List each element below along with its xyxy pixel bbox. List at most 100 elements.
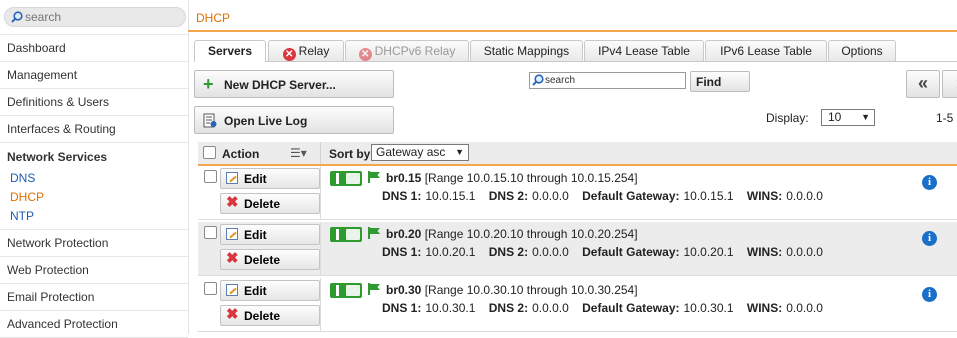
sidebar-item-email-protection[interactable]: Email Protection xyxy=(0,284,188,311)
new-dhcp-server-button[interactable]: + New DHCP Server... xyxy=(194,70,394,98)
info-icon[interactable]: i xyxy=(922,231,937,246)
sort-by-select[interactable]: Gateway asc ▼ xyxy=(371,144,469,161)
delete-button[interactable]: ✖ Delete xyxy=(220,193,320,214)
display-label: Display: xyxy=(766,111,809,125)
select-all-checkbox[interactable] xyxy=(203,146,216,159)
sidebar-item-network-protection[interactable]: Network Protection xyxy=(0,230,188,257)
column-menu-icon[interactable]: ☰▾ xyxy=(290,146,307,160)
find-button[interactable]: Find xyxy=(690,71,750,92)
edit-button[interactable]: Edit xyxy=(220,224,320,245)
row-separator xyxy=(320,222,321,275)
sidebar-item-definitions-users[interactable]: Definitions & Users xyxy=(0,89,188,116)
delete-label: Delete xyxy=(244,253,281,267)
enable-toggle[interactable] xyxy=(330,227,362,242)
dns1-value: 10.0.20.1 xyxy=(425,245,476,259)
open-live-log-button[interactable]: Open Live Log xyxy=(194,106,394,134)
interface-icon xyxy=(368,283,380,295)
row-checkbox[interactable] xyxy=(204,282,217,295)
tab-options[interactable]: Options xyxy=(828,40,896,61)
dns2-value: 0.0.0.0 xyxy=(532,301,569,315)
row-separator xyxy=(320,278,321,331)
new-dhcp-server-label: New DHCP Server... xyxy=(224,78,336,92)
wins-label: WINS: xyxy=(746,301,783,315)
enable-toggle[interactable] xyxy=(330,171,362,186)
sidebar-item-dashboard[interactable]: Dashboard xyxy=(0,34,188,62)
sidebar-item-web-protection[interactable]: Web Protection xyxy=(0,257,188,284)
sidebar-item-network-services[interactable]: Network Services xyxy=(0,143,188,169)
table-row: Edit ✖ Delete br0.15 [Range 10.0.15.10 th… xyxy=(198,166,957,220)
sidebar-search[interactable] xyxy=(4,7,186,27)
toggle-slider xyxy=(346,285,360,296)
search-icon xyxy=(532,74,544,86)
sidebar-nav: Dashboard Management Definitions & Users… xyxy=(0,34,188,338)
info-icon[interactable]: i xyxy=(922,287,937,302)
tab-ipv6-lease-table[interactable]: IPv6 Lease Table xyxy=(705,40,827,61)
gateway-label: Default Gateway: xyxy=(582,301,680,315)
header-divider xyxy=(188,30,957,32)
sidebar-subitem-dhcp[interactable]: DHCP xyxy=(0,188,188,207)
dns1-label: DNS 1: xyxy=(382,301,422,315)
sidebar-subitem-dns[interactable]: DNS xyxy=(0,169,188,188)
delete-icon: ✖ xyxy=(226,250,239,267)
wins-label: WINS: xyxy=(746,245,783,259)
plus-icon: + xyxy=(203,74,214,94)
dns2-label: DNS 2: xyxy=(488,301,529,315)
display-count-select[interactable]: 10 ▼ xyxy=(821,109,875,126)
edit-button[interactable]: Edit xyxy=(220,168,320,189)
tab-label: Relay xyxy=(298,44,330,58)
dns2-value: 0.0.0.0 xyxy=(532,245,569,259)
dns2-value: 0.0.0.0 xyxy=(532,189,569,203)
gateway-value: 10.0.30.1 xyxy=(683,301,734,315)
tab-servers[interactable]: Servers xyxy=(194,40,266,62)
wins-label: WINS: xyxy=(746,189,783,203)
delete-icon: ✖ xyxy=(226,194,239,211)
sort-by-label: Sort by: xyxy=(329,147,375,161)
wins-value: 0.0.0.0 xyxy=(786,189,823,203)
delete-label: Delete xyxy=(244,309,281,323)
sidebar-item-management[interactable]: Management xyxy=(0,62,188,89)
table-header: Action ☰▾ Sort by: Gateway asc ▼ xyxy=(198,142,957,166)
toggle-slider xyxy=(346,173,360,184)
sidebar-item-interfaces-routing[interactable]: Interfaces & Routing xyxy=(0,116,188,143)
tab-static-mappings[interactable]: Static Mappings xyxy=(470,40,583,61)
server-range: [Range 10.0.30.10 through 10.0.30.254] xyxy=(424,283,638,297)
table-row: Edit ✖ Delete br0.20 [Range 10.0.20.10 th… xyxy=(198,222,957,276)
toggle-knob xyxy=(336,173,339,184)
edit-icon xyxy=(226,284,238,296)
filter-search-box[interactable] xyxy=(529,72,686,89)
error-icon: ✕ xyxy=(282,48,296,61)
row-checkbox[interactable] xyxy=(204,170,217,183)
table-row: Edit ✖ Delete br0.30 [Range 10.0.30.10 th… xyxy=(198,278,957,332)
display-count-value: 10 xyxy=(828,110,842,124)
sidebar-search-input[interactable] xyxy=(25,9,175,25)
gateway-label: Default Gateway: xyxy=(582,189,680,203)
delete-button[interactable]: ✖ Delete xyxy=(220,305,320,326)
server-name: br0.30 xyxy=(386,283,422,297)
server-details: DNS 1: 10.0.30.1 DNS 2: 0.0.0.0 Default Ga… xyxy=(382,301,833,315)
dns2-label: DNS 2: xyxy=(488,189,529,203)
action-column-header: Action xyxy=(222,147,260,161)
next-page-button[interactable]: › xyxy=(942,70,957,98)
tab-dhcpv6-relay[interactable]: ✕ DHCPv6 Relay xyxy=(345,40,469,61)
tab-baseline xyxy=(194,61,957,62)
filter-search-input[interactable] xyxy=(545,74,683,87)
tab-relay[interactable]: ✕ Relay xyxy=(268,40,344,61)
edit-label: Edit xyxy=(244,284,267,298)
server-summary: br0.20 [Range 10.0.20.10 through 10.0.20… xyxy=(386,227,638,241)
sidebar-subitem-ntp[interactable]: NTP xyxy=(0,207,188,226)
gateway-value: 10.0.20.1 xyxy=(683,245,734,259)
prev-page-button[interactable]: « xyxy=(906,70,940,98)
page-title: DHCP xyxy=(196,11,231,25)
row-separator xyxy=(320,166,321,219)
tab-label: IPv4 Lease Table xyxy=(598,44,690,58)
tab-ipv4-lease-table[interactable]: IPv4 Lease Table xyxy=(584,40,704,61)
edit-button[interactable]: Edit xyxy=(220,280,320,301)
dns1-value: 10.0.15.1 xyxy=(425,189,476,203)
delete-button[interactable]: ✖ Delete xyxy=(220,249,320,270)
dns1-label: DNS 1: xyxy=(382,245,422,259)
enable-toggle[interactable] xyxy=(330,283,362,298)
sidebar-group-network-services: Network Services DNS DHCP NTP xyxy=(0,143,188,230)
info-icon[interactable]: i xyxy=(922,175,937,190)
row-checkbox[interactable] xyxy=(204,226,217,239)
toggle-knob xyxy=(336,229,339,240)
